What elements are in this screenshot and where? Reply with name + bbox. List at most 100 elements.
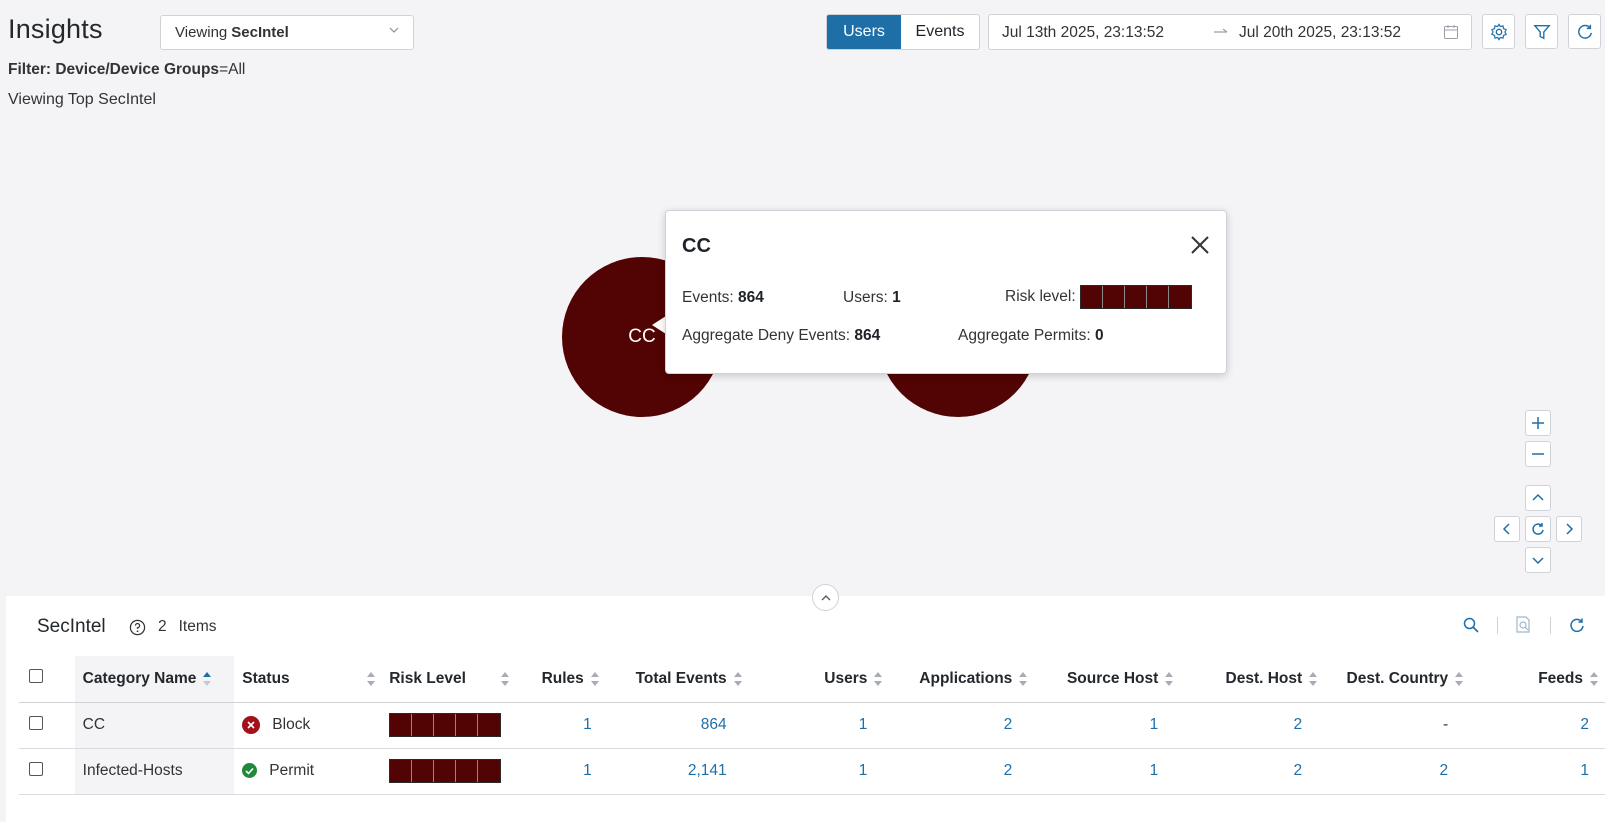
- popup-users-label: Users:: [843, 289, 888, 306]
- sort-icon: [874, 671, 883, 686]
- column-header-applications[interactable]: Applications: [883, 656, 1029, 703]
- cell-dest-host[interactable]: 2: [1174, 702, 1319, 749]
- cell-feeds[interactable]: 2: [1464, 702, 1605, 749]
- sort-icon: [590, 671, 599, 686]
- cell-rules[interactable]: 1: [515, 702, 600, 749]
- pan-up-button[interactable]: [1525, 485, 1551, 511]
- items-count: 2 Items: [129, 618, 217, 636]
- popup-deny-label: Aggregate Deny Events:: [682, 327, 851, 344]
- panel-title: SecIntel: [37, 616, 106, 637]
- cell-dest-country: -: [1318, 702, 1465, 749]
- risk-segment: [390, 760, 413, 782]
- risk-level-bar: [389, 759, 502, 783]
- close-icon[interactable]: [1188, 233, 1212, 257]
- table-row[interactable]: CC Block 1 864 1 2 1 2 - 2: [19, 702, 1605, 749]
- search-document-icon[interactable]: [1515, 616, 1532, 634]
- items-label: Items: [178, 618, 217, 635]
- risk-level-bar: [389, 713, 502, 737]
- gear-icon: [1490, 22, 1507, 41]
- refresh-icon: [1577, 24, 1592, 39]
- bubble-details-popup: CC Events: 864 Users: 1 Risk level: Aggr…: [665, 210, 1227, 374]
- items-count-value: 2: [158, 618, 167, 635]
- cell-applications[interactable]: 2: [883, 748, 1029, 795]
- popup-events-value: 864: [738, 289, 764, 306]
- settings-button[interactable]: [1482, 14, 1515, 49]
- cell-users[interactable]: 1: [742, 702, 884, 749]
- risk-segment: [1146, 286, 1169, 308]
- cell-risk-level: [379, 748, 516, 795]
- column-header-label: Total Events: [635, 669, 727, 687]
- zoom-in-button[interactable]: [1525, 410, 1551, 436]
- pan-down-button[interactable]: [1525, 547, 1551, 573]
- chevron-right-icon: [1566, 523, 1574, 535]
- block-icon: [242, 715, 261, 734]
- users-toggle-button[interactable]: Users: [827, 15, 901, 49]
- page-title: Insights: [8, 14, 103, 44]
- pan-right-button[interactable]: [1556, 516, 1582, 542]
- row-checkbox[interactable]: [29, 715, 43, 730]
- cell-total-events[interactable]: 864: [599, 702, 743, 749]
- date-start[interactable]: Jul 13th 2025, 23:13:52: [1002, 24, 1164, 42]
- popup-events-label: Events:: [682, 289, 734, 306]
- calendar-icon[interactable]: [1443, 24, 1459, 40]
- column-header-feeds[interactable]: Feeds: [1464, 656, 1605, 703]
- toolbar-divider: [1497, 617, 1498, 634]
- help-icon[interactable]: [129, 619, 146, 636]
- column-header-status[interactable]: Status: [234, 656, 380, 703]
- status-label: Permit: [269, 762, 315, 779]
- cell-users[interactable]: 1: [742, 748, 884, 795]
- filter-label: Filter: Device/Device Groups: [8, 61, 220, 78]
- view-selector[interactable]: Viewing SecIntel: [160, 15, 414, 50]
- row-checkbox-cell: [19, 748, 75, 795]
- column-header-category-name[interactable]: Category Name: [74, 656, 235, 703]
- pan-left-button[interactable]: [1494, 516, 1520, 542]
- column-header-users[interactable]: Users: [742, 656, 884, 703]
- column-header-source-host[interactable]: Source Host: [1028, 656, 1175, 703]
- reset-view-button[interactable]: [1525, 516, 1551, 542]
- column-header-total-events[interactable]: Total Events: [599, 656, 743, 703]
- sort-ascending-icon: [203, 671, 212, 686]
- cell-applications[interactable]: 2: [883, 702, 1029, 749]
- filter-button[interactable]: [1525, 14, 1558, 49]
- risk-segment: [478, 714, 501, 736]
- column-header-label: Users: [824, 669, 868, 687]
- search-icon[interactable]: [1463, 617, 1479, 633]
- select-all-checkbox-cell: [19, 656, 75, 703]
- collapse-panel-button[interactable]: [812, 584, 839, 611]
- column-header-dest-host[interactable]: Dest. Host: [1174, 656, 1319, 703]
- cell-source-host[interactable]: 1: [1028, 702, 1175, 749]
- date-range-picker[interactable]: Jul 13th 2025, 23:13:52 Jul 20th 2025, 2…: [988, 14, 1472, 50]
- column-header-label: Source Host: [1066, 669, 1159, 687]
- column-header-label: Feeds: [1538, 669, 1583, 687]
- cell-source-host[interactable]: 1: [1028, 748, 1175, 795]
- zoom-out-button[interactable]: [1525, 441, 1551, 467]
- secintel-table: Category Name Status Risk Level Rules To…: [19, 656, 1605, 795]
- column-header-label: Status: [242, 669, 290, 687]
- plus-icon: [1532, 417, 1544, 429]
- chevron-down-icon: [1532, 557, 1544, 565]
- refresh-icon[interactable]: [1569, 617, 1585, 633]
- cell-total-events[interactable]: 2,141: [599, 748, 743, 795]
- column-header-label: Dest. Country: [1346, 669, 1449, 687]
- popup-deny-value: 864: [854, 327, 881, 344]
- column-header-rules[interactable]: Rules: [515, 656, 600, 703]
- date-range-arrow: [1213, 24, 1229, 42]
- cell-dest-country[interactable]: 2: [1318, 748, 1465, 795]
- table-header-row: Category Name Status Risk Level Rules To…: [19, 656, 1605, 703]
- refresh-button[interactable]: [1568, 14, 1601, 49]
- date-end[interactable]: Jul 20th 2025, 23:13:52: [1239, 24, 1401, 42]
- events-toggle-button[interactable]: Events: [901, 15, 979, 49]
- filter-icon: [1532, 24, 1551, 39]
- cell-rules[interactable]: 1: [515, 748, 600, 795]
- table-row[interactable]: Infected-Hosts Permit 1 2,141 1 2 1 2 2 …: [19, 748, 1605, 795]
- cell-dest-host[interactable]: 2: [1174, 748, 1319, 795]
- view-selector-value: SecIntel: [231, 24, 289, 41]
- check-icon: [242, 763, 258, 779]
- risk-segment: [478, 760, 501, 782]
- cell-feeds[interactable]: 1: [1464, 748, 1605, 795]
- column-header-dest-country[interactable]: Dest. Country: [1318, 656, 1465, 703]
- row-checkbox[interactable]: [29, 761, 43, 776]
- cell-status: Permit: [234, 748, 380, 795]
- column-header-risk-level[interactable]: Risk Level: [379, 656, 516, 703]
- select-all-checkbox[interactable]: [29, 669, 43, 684]
